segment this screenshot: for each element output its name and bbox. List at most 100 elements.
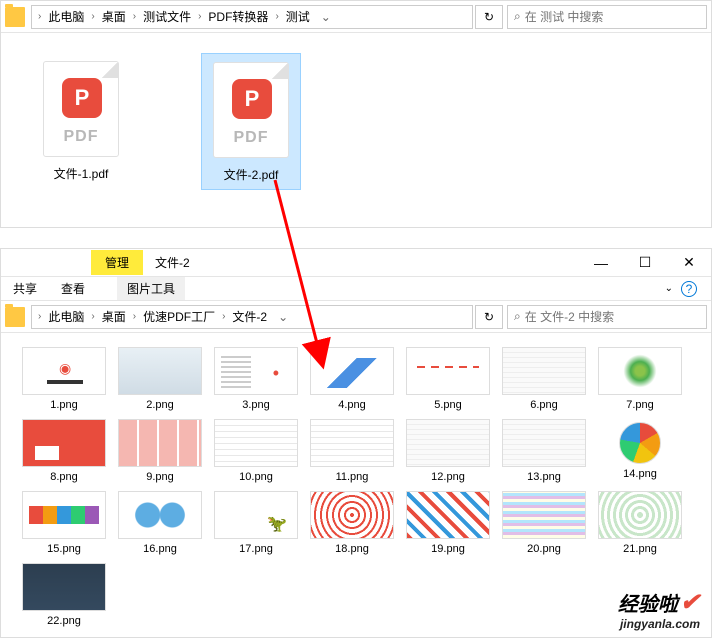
- help-icon[interactable]: ?: [681, 281, 697, 297]
- search-input[interactable]: [525, 310, 700, 324]
- watermark: 经验啦✔ jingyanla.com: [618, 588, 700, 631]
- refresh-button[interactable]: ↻: [475, 5, 503, 29]
- crumb-pc[interactable]: 此电脑: [43, 308, 89, 325]
- thumb-item[interactable]: 5.png: [403, 347, 493, 411]
- dropdown-icon[interactable]: ⌄: [272, 310, 294, 324]
- folder-icon: [5, 307, 25, 327]
- crumb-file2[interactable]: 文件-2: [227, 308, 272, 325]
- thumbnail-label: 9.png: [115, 471, 205, 483]
- address-bar-bottom: › 此电脑 › 桌面 › 优速PDF工厂 › 文件-2 ⌄ ↻ ⌕: [1, 301, 711, 333]
- thumbnail-image: [214, 347, 298, 395]
- thumbnail-label: 11.png: [307, 471, 397, 483]
- thumb-item[interactable]: 6.png: [499, 347, 589, 411]
- thumbnail-label: 20.png: [499, 543, 589, 555]
- file-list-top: P PDF 文件-1.pdf P PDF 文件-2.pdf: [1, 33, 711, 210]
- chevron-icon: ›: [220, 311, 227, 322]
- crumb-desktop[interactable]: 桌面: [97, 308, 131, 325]
- folder-icon: [5, 7, 25, 27]
- thumbnail-label: 22.png: [19, 615, 109, 627]
- tab-pic-tools[interactable]: 图片工具: [117, 277, 185, 300]
- thumbnail-image: [22, 347, 106, 395]
- thumb-item[interactable]: 20.png: [499, 491, 589, 555]
- thumbnail-image: [310, 491, 394, 539]
- maximize-button[interactable]: ☐: [623, 249, 667, 277]
- explorer-window-top: › 此电脑 › 桌面 › 测试文件 › PDF转换器 › 测试 ⌄ ↻ ⌕ P …: [0, 0, 712, 228]
- expand-ribbon-icon[interactable]: ⌄: [665, 283, 673, 294]
- thumb-item[interactable]: 9.png: [115, 419, 205, 483]
- thumb-item[interactable]: 13.png: [499, 419, 589, 483]
- thumbnail-label: 15.png: [19, 543, 109, 555]
- minimize-button[interactable]: —: [579, 249, 623, 277]
- tab-manage[interactable]: 管理: [91, 250, 143, 275]
- thumb-item[interactable]: 12.png: [403, 419, 493, 483]
- thumb-item[interactable]: 15.png: [19, 491, 109, 555]
- thumbnail-image: [406, 419, 490, 467]
- file-item-2[interactable]: P PDF 文件-2.pdf: [201, 53, 301, 190]
- refresh-button[interactable]: ↻: [475, 305, 503, 329]
- search-box-bottom[interactable]: ⌕: [507, 305, 707, 329]
- thumbnail-image: [502, 347, 586, 395]
- thumbnail-label: 21.png: [595, 543, 685, 555]
- file-name: 文件-2.pdf: [202, 166, 300, 189]
- window-title: 文件-2: [143, 250, 202, 275]
- crumb-test-files[interactable]: 测试文件: [138, 8, 196, 25]
- thumbnail-image: [22, 491, 106, 539]
- pdf-badge: P: [62, 78, 102, 118]
- window-controls: — ☐ ✕: [579, 249, 711, 277]
- thumbnail-image: [214, 419, 298, 467]
- search-box-top[interactable]: ⌕: [507, 5, 707, 29]
- thumbnail-image: [310, 419, 394, 467]
- breadcrumb-top[interactable]: › 此电脑 › 桌面 › 测试文件 › PDF转换器 › 测试 ⌄: [31, 5, 473, 29]
- thumbnail-image: [406, 491, 490, 539]
- thumb-item[interactable]: 14.png: [595, 419, 685, 483]
- pdf-icon: P PDF: [213, 62, 289, 158]
- dropdown-icon[interactable]: ⌄: [315, 10, 337, 24]
- crumb-pc[interactable]: 此电脑: [43, 8, 89, 25]
- breadcrumb-bottom[interactable]: › 此电脑 › 桌面 › 优速PDF工厂 › 文件-2 ⌄: [31, 305, 473, 329]
- thumb-item[interactable]: 22.png: [19, 563, 109, 627]
- thumb-item[interactable]: 7.png: [595, 347, 685, 411]
- tab-view[interactable]: 查看: [49, 280, 97, 297]
- thumb-item[interactable]: 10.png: [211, 419, 301, 483]
- thumbnail-image: [502, 491, 586, 539]
- file-item-1[interactable]: P PDF 文件-1.pdf: [31, 53, 131, 190]
- chevron-icon: ›: [273, 11, 280, 22]
- thumb-item[interactable]: 19.png: [403, 491, 493, 555]
- pdf-badge: P: [232, 79, 272, 119]
- thumbnail-image: [598, 491, 682, 539]
- thumb-item[interactable]: 1.png: [19, 347, 109, 411]
- thumb-item[interactable]: 11.png: [307, 419, 397, 483]
- search-icon: ⌕: [514, 309, 521, 324]
- close-button[interactable]: ✕: [667, 249, 711, 277]
- thumbnail-label: 2.png: [115, 399, 205, 411]
- thumbnail-label: 6.png: [499, 399, 589, 411]
- crumb-test[interactable]: 测试: [281, 8, 315, 25]
- crumb-factory[interactable]: 优速PDF工厂: [138, 308, 220, 325]
- chevron-icon: ›: [89, 311, 96, 322]
- thumbnail-image: [502, 419, 586, 467]
- thumb-item[interactable]: 3.png: [211, 347, 301, 411]
- thumbnail-image: [310, 347, 394, 395]
- watermark-url: jingyanla.com: [618, 617, 700, 631]
- thumbnail-image: [22, 563, 106, 611]
- thumb-item[interactable]: 18.png: [307, 491, 397, 555]
- thumb-item[interactable]: 16.png: [115, 491, 205, 555]
- thumbnail-image: [118, 347, 202, 395]
- thumb-item[interactable]: 21.png: [595, 491, 685, 555]
- search-input[interactable]: [525, 10, 700, 24]
- thumbnail-image: [619, 422, 661, 464]
- thumbnail-label: 14.png: [595, 468, 685, 480]
- watermark-text: 经验啦: [618, 588, 678, 617]
- chevron-icon: ›: [89, 11, 96, 22]
- thumbnail-label: 3.png: [211, 399, 301, 411]
- pdf-label: PDF: [214, 129, 288, 147]
- thumb-item[interactable]: 4.png: [307, 347, 397, 411]
- tab-share[interactable]: 共享: [1, 280, 49, 297]
- pdf-label: PDF: [44, 128, 118, 146]
- crumb-converter[interactable]: PDF转换器: [203, 8, 273, 25]
- thumb-item[interactable]: 17.png: [211, 491, 301, 555]
- crumb-desktop[interactable]: 桌面: [97, 8, 131, 25]
- thumb-item[interactable]: 8.png: [19, 419, 109, 483]
- thumbnail-grid: 1.png 2.png 3.png 4.png5.png 6.png 7.png 8.png…: [1, 333, 711, 641]
- thumb-item[interactable]: 2.png: [115, 347, 205, 411]
